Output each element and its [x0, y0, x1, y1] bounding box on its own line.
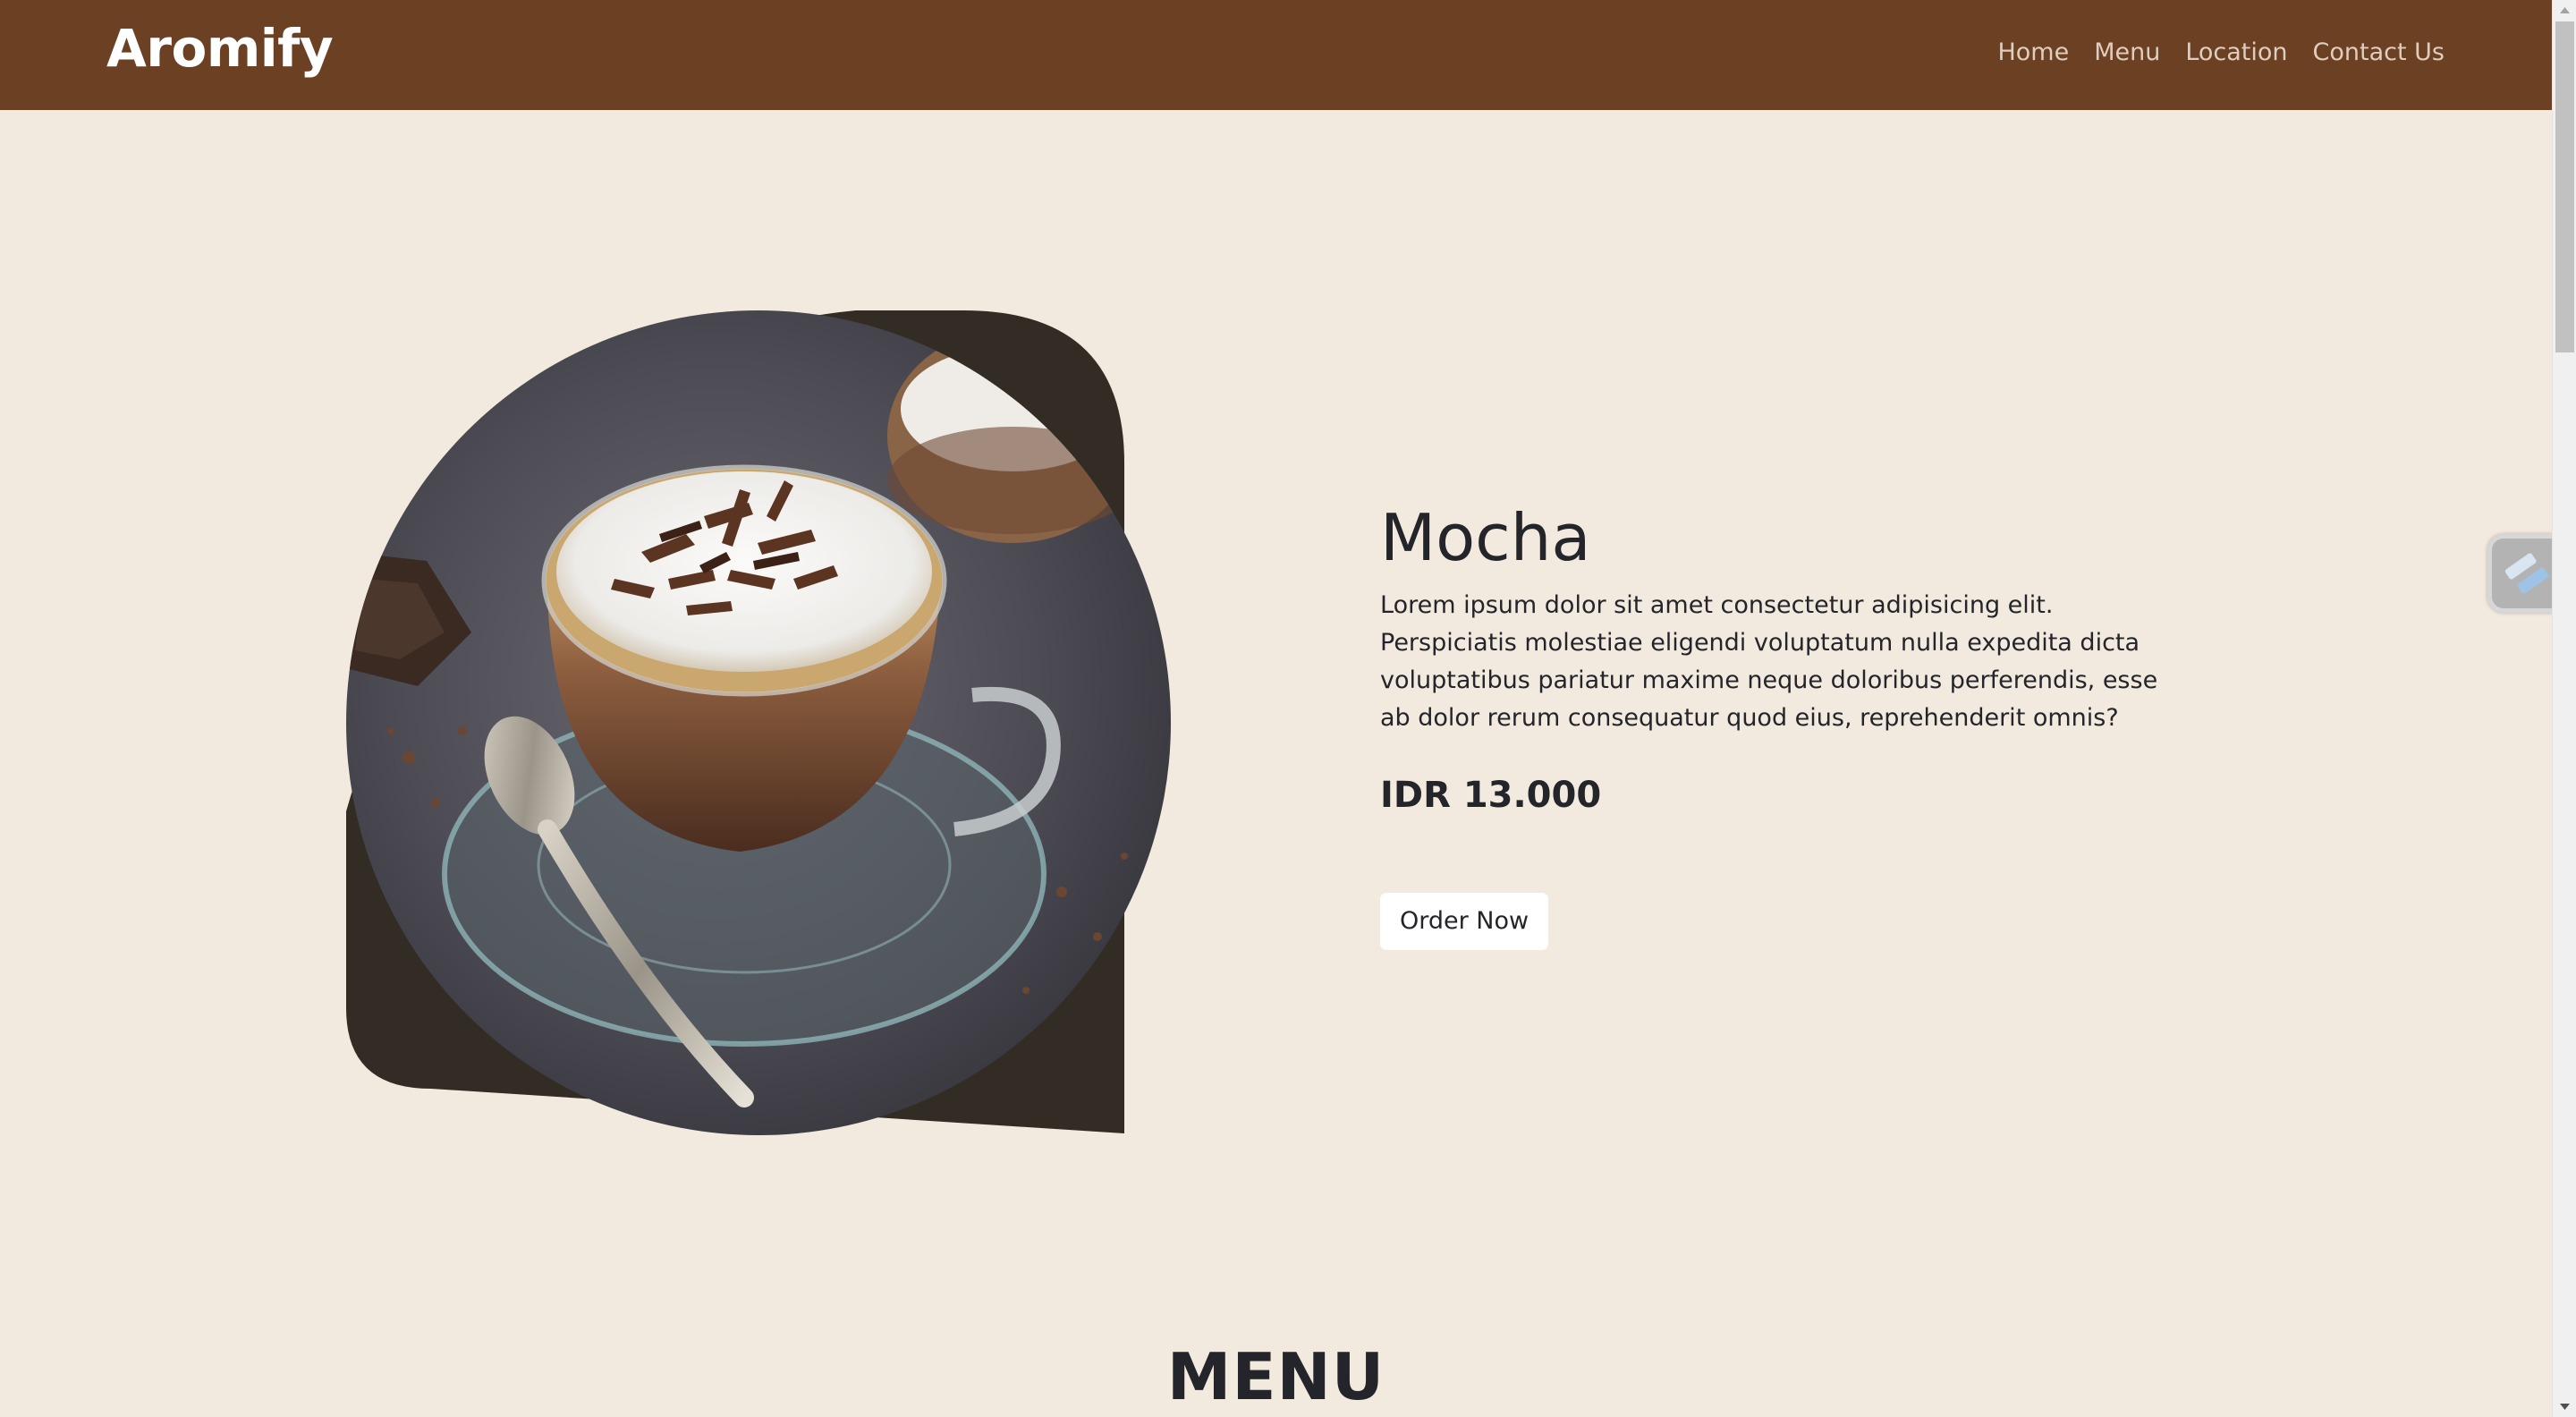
vertical-scrollbar[interactable]	[2552, 0, 2576, 1417]
nav-link-home[interactable]: Home	[1997, 34, 2069, 72]
nav-link-contact-us[interactable]: Contact Us	[2313, 34, 2445, 72]
order-now-button[interactable]: Order Now	[1380, 893, 1549, 950]
scrollbar-thumb[interactable]	[2555, 21, 2574, 352]
scroll-up-arrow-icon[interactable]	[2553, 0, 2576, 21]
nav-links: Home Menu Location Contact Us	[1997, 34, 2445, 72]
brand-logo[interactable]: Aromify	[106, 14, 334, 82]
product-price: IDR 13.000	[1380, 775, 1602, 816]
product-title: Mocha	[1380, 500, 1591, 575]
scroll-down-arrow-icon[interactable]	[2553, 1396, 2576, 1417]
menu-heading: MENU	[1166, 1339, 1385, 1414]
product-description: Lorem ipsum dolor sit amet consectetur a…	[1380, 591, 2158, 732]
nav-link-location[interactable]: Location	[2185, 34, 2287, 72]
mocha-coffee-image	[346, 310, 1171, 1135]
page: Aromify Home Menu Location Contact Us Mo…	[0, 0, 2576, 1417]
hero-text: Mocha Lorem ipsum dolor sit amet consect…	[1380, 499, 2176, 950]
navbar: Aromify Home Menu Location Contact Us	[0, 0, 2552, 110]
nav-link-menu[interactable]: Menu	[2094, 34, 2160, 72]
